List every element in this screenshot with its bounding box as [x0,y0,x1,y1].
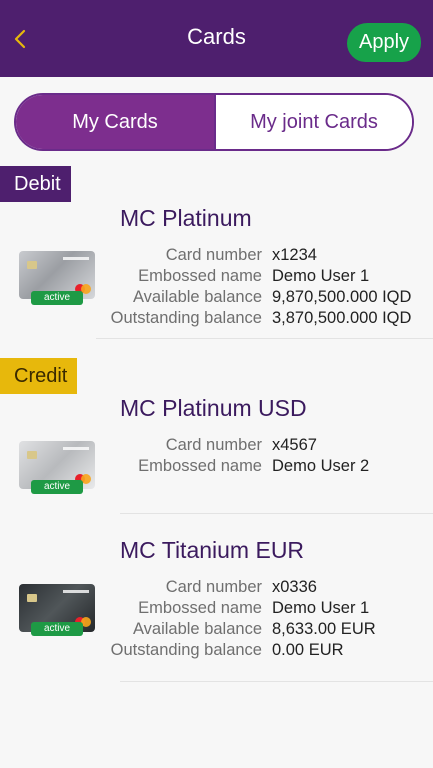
bank-logo-icon [63,447,89,450]
chip-icon [27,261,37,269]
card-details: Card number x0336 Embossed name Demo User … [96,577,433,661]
detail-value: x1234 [272,246,317,264]
detail-row: Embossed name Demo User 2 [96,456,433,477]
detail-label: Card number [165,246,262,264]
bank-logo-icon [63,590,89,593]
top-app-bar: Cards Apply [0,0,433,77]
chip-icon [27,594,37,602]
bank-logo-icon [63,257,89,260]
detail-row: Card number x1234 [96,245,433,266]
detail-label: Outstanding balance [110,641,262,659]
detail-label: Outstanding balance [110,309,262,327]
divider [120,681,433,682]
status-badge: active [31,622,83,636]
detail-value: 3,870,500.000 IQD [272,309,412,327]
detail-row: Available balance 9,870,500.000 IQD [96,287,433,308]
credit-section-label: Credit [0,358,77,394]
detail-row: Card number x4567 [96,435,433,456]
detail-label: Card number [165,578,262,596]
card-details: Card number x1234 Embossed name Demo User … [96,245,433,329]
detail-label: Available balance [132,620,262,638]
status-badge: active [31,480,83,494]
detail-label: Available balance [132,288,262,306]
detail-label: Card number [165,436,262,454]
detail-row: Outstanding balance 0.00 EUR [96,640,433,661]
divider [120,513,433,514]
detail-label: Embossed name [138,267,262,285]
apply-button[interactable]: Apply [347,23,421,62]
detail-row: Available balance 8,633.00 EUR [96,619,433,640]
detail-value: 8,633.00 EUR [272,620,376,638]
card-title[interactable]: MC Titanium EUR [120,537,304,564]
detail-row: Card number x0336 [96,577,433,598]
detail-row: Outstanding balance 3,870,500.000 IQD [96,308,433,329]
card-title[interactable]: MC Platinum USD [120,395,307,422]
chip-icon [27,451,37,459]
detail-value: x4567 [272,436,317,454]
detail-row: Embossed name Demo User 1 [96,266,433,287]
card-title[interactable]: MC Platinum [120,205,252,232]
detail-row: Embossed name Demo User 1 [96,598,433,619]
detail-value: 0.00 EUR [272,641,344,659]
detail-value: Demo User 1 [272,599,370,617]
detail-label: Embossed name [138,457,262,475]
tab-my-cards[interactable]: My Cards [16,95,214,149]
card-details: Card number x4567 Embossed name Demo User … [96,435,433,477]
detail-value: Demo User 2 [272,457,370,475]
status-badge: active [31,291,83,305]
cards-tab-switcher: My Cards My joint Cards [14,93,414,151]
detail-value: 9,870,500.000 IQD [272,288,412,306]
divider [96,338,433,339]
debit-section-label: Debit [0,166,71,202]
detail-value: Demo User 1 [272,267,370,285]
detail-value: x0336 [272,578,317,596]
detail-label: Embossed name [138,599,262,617]
tab-my-joint-cards[interactable]: My joint Cards [214,95,412,149]
